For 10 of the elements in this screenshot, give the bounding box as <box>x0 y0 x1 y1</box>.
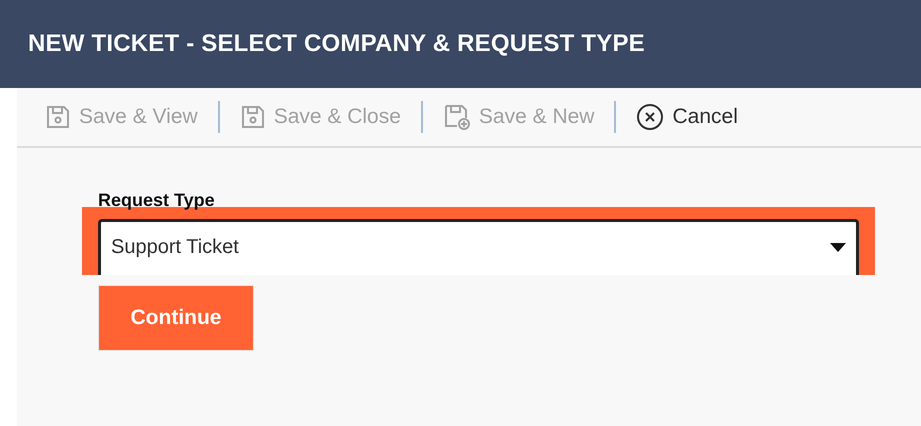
caret-icon <box>830 242 846 252</box>
continue-button[interactable]: Continue <box>98 285 254 351</box>
save-icon <box>45 104 71 130</box>
field-label: Request Type <box>98 190 216 211</box>
save-new-icon <box>442 103 471 131</box>
save-icon <box>240 104 266 130</box>
window-title: NEW TICKET - SELECT COMPANY & REQUEST TYPE <box>28 30 645 58</box>
request-type-dropdown[interactable]: Support Ticket <box>98 219 859 275</box>
toolbar-button[interactable]: Cancel <box>636 99 738 135</box>
close-icon <box>636 103 664 131</box>
